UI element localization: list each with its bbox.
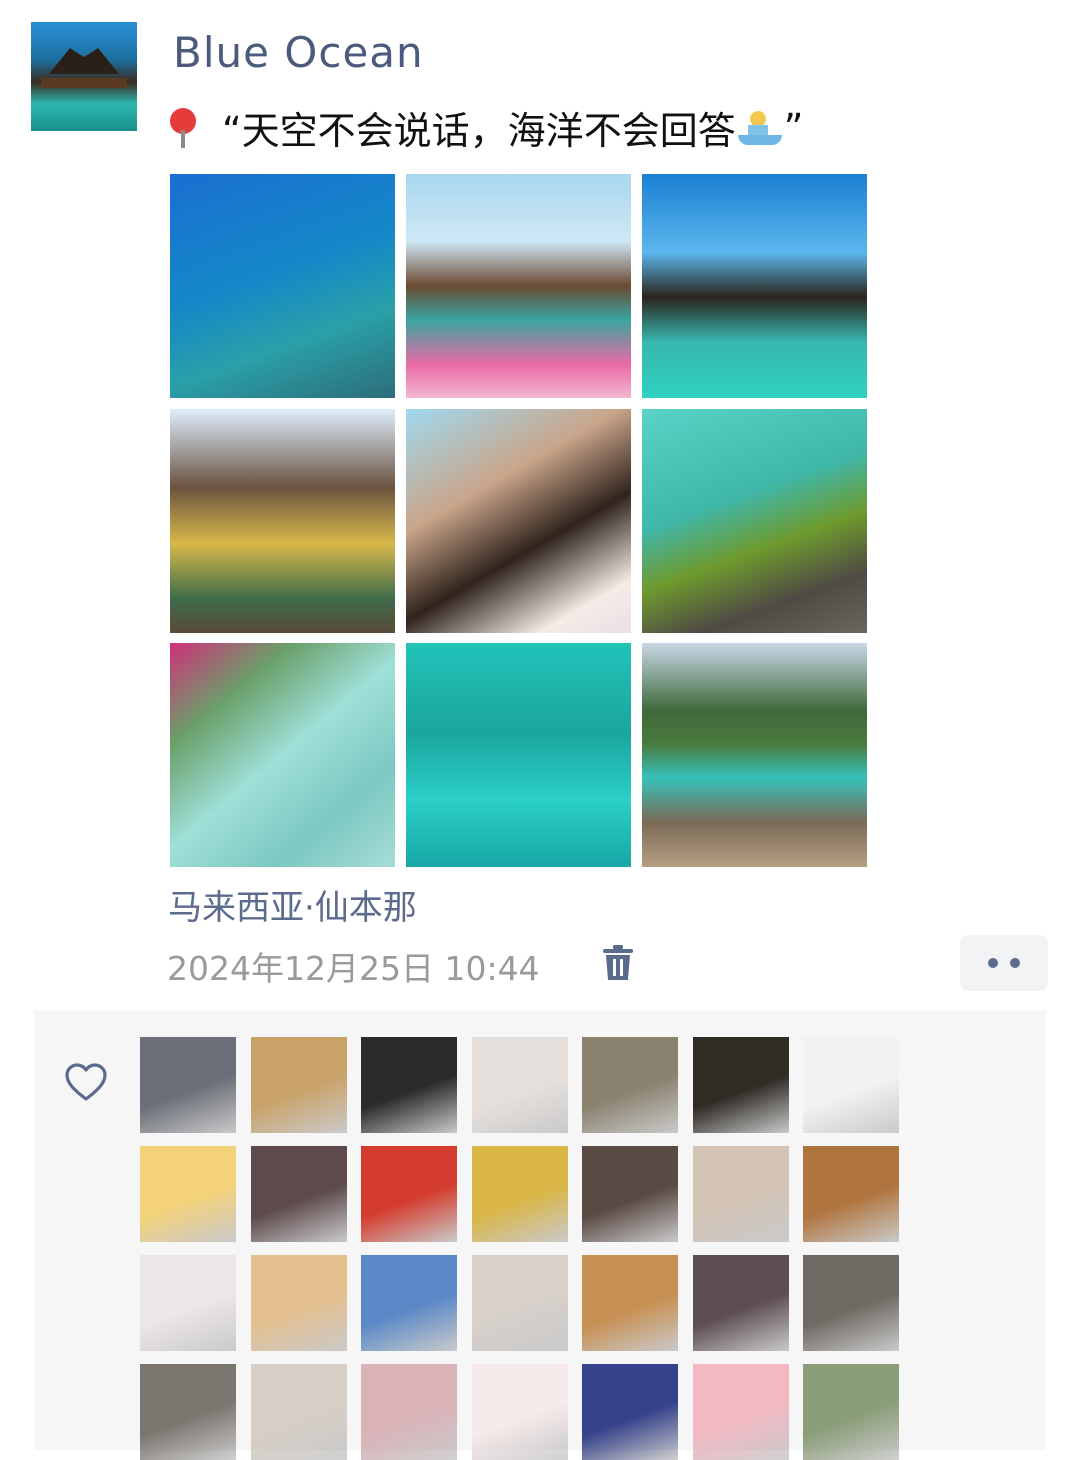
liker-avatar[interactable] <box>471 1255 568 1351</box>
liker-avatar[interactable] <box>803 1146 899 1242</box>
caption-close-quote: ” <box>783 105 804 150</box>
location-link[interactable]: 马来西亚·仙本那 <box>168 880 417 929</box>
liker-avatar[interactable] <box>250 1037 347 1133</box>
liker-avatar[interactable] <box>250 1146 347 1242</box>
liker-avatar[interactable] <box>471 1037 568 1133</box>
liker-avatar[interactable] <box>582 1255 678 1351</box>
heart-icon[interactable] <box>64 1062 108 1102</box>
more-dot <box>1010 958 1020 968</box>
photo-thumbnail[interactable] <box>406 643 631 867</box>
more-options-button[interactable] <box>960 935 1048 991</box>
liker-avatar[interactable] <box>361 1146 457 1242</box>
location-pin-icon <box>170 107 196 148</box>
username[interactable]: Blue Ocean <box>173 28 424 77</box>
liker-avatar[interactable] <box>803 1037 899 1133</box>
photo-thumbnail[interactable] <box>642 409 867 633</box>
liker-avatar[interactable] <box>582 1364 678 1460</box>
liker-avatar[interactable] <box>361 1255 457 1351</box>
liker-avatar[interactable] <box>803 1255 899 1351</box>
liker-avatar[interactable] <box>582 1146 678 1242</box>
liker-avatar[interactable] <box>582 1037 678 1133</box>
liker-avatar[interactable] <box>140 1255 236 1351</box>
liker-avatar[interactable] <box>803 1364 899 1460</box>
liker-avatar[interactable] <box>692 1037 789 1133</box>
photo-thumbnail[interactable] <box>170 643 395 867</box>
liker-avatar[interactable] <box>140 1037 236 1133</box>
liker-avatar[interactable] <box>361 1037 457 1133</box>
liker-avatar[interactable] <box>471 1364 568 1460</box>
photo-grid <box>170 174 867 867</box>
liker-avatar[interactable] <box>250 1255 347 1351</box>
liker-avatar[interactable] <box>140 1146 236 1242</box>
liker-avatar[interactable] <box>692 1255 789 1351</box>
more-dot <box>988 958 998 968</box>
liker-avatar[interactable] <box>250 1364 347 1460</box>
photo-thumbnail[interactable] <box>170 174 395 398</box>
photo-thumbnail[interactable] <box>642 643 867 867</box>
likes-section <box>34 1010 1046 1460</box>
person-rowing-boat-icon <box>737 109 782 147</box>
liker-avatar[interactable] <box>361 1364 457 1460</box>
photo-thumbnail[interactable] <box>406 174 631 398</box>
photo-thumbnail[interactable] <box>170 409 395 633</box>
liker-avatar[interactable] <box>692 1364 789 1460</box>
photo-thumbnail[interactable] <box>406 409 631 633</box>
avatar-deck-shape <box>41 78 127 88</box>
photo-thumbnail[interactable] <box>642 174 867 398</box>
liker-avatar[interactable] <box>140 1364 236 1460</box>
caption-text: “天空不会说话，海洋不会回答 <box>222 109 736 153</box>
trash-icon[interactable] <box>602 944 634 982</box>
post-caption: “天空不会说话，海洋不会回答 ” <box>166 100 803 155</box>
avatar[interactable] <box>31 22 137 131</box>
liker-avatar[interactable] <box>692 1146 789 1242</box>
post-timestamp: 2024年12月25日 10:44 <box>167 949 540 988</box>
liker-avatar[interactable] <box>471 1146 568 1242</box>
avatar-roof-shape <box>49 48 119 74</box>
